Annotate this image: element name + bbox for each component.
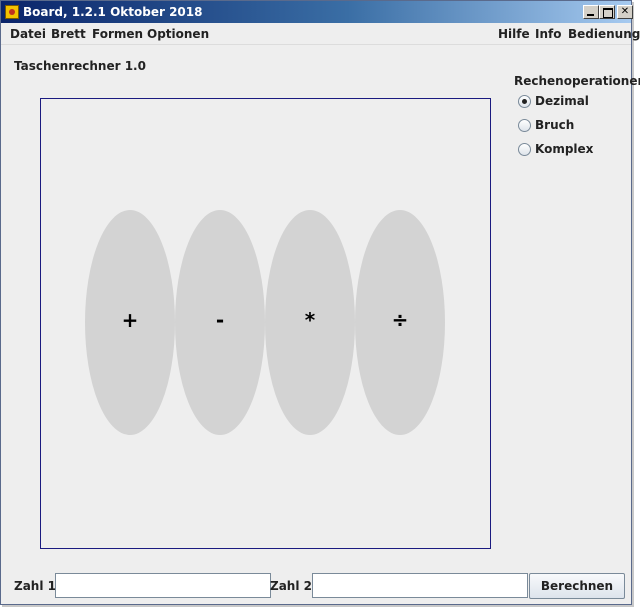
window-title: Board, 1.2.1 Oktober 2018 [23, 5, 203, 19]
radio-label: Dezimal [535, 94, 589, 108]
menu-bedienung[interactable]: Bedienung [568, 27, 640, 41]
menu-formen[interactable]: Formen [92, 27, 143, 41]
mode-group-label: Rechenoperationen [514, 74, 640, 88]
minimize-button[interactable] [583, 5, 599, 19]
plus-symbol: + [121, 308, 139, 332]
radio-button-checked-icon[interactable] [518, 95, 531, 108]
app-heading: Taschenrechner 1.0 [14, 59, 146, 73]
menu-brett[interactable]: Brett [51, 27, 86, 41]
plus-operation[interactable]: + [85, 210, 175, 435]
menu-hilfe[interactable]: Hilfe [498, 27, 530, 41]
app-icon [5, 5, 19, 19]
title-bar[interactable]: Board, 1.2.1 Oktober 2018 ✕ [1, 1, 633, 23]
divide-operation[interactable]: ÷ [355, 210, 445, 435]
divide-symbol: ÷ [391, 308, 409, 332]
board-canvas[interactable]: + - * ÷ [40, 98, 491, 549]
main-window: Board, 1.2.1 Oktober 2018 ✕ Datei Brett … [0, 0, 640, 605]
minus-operation[interactable]: - [175, 210, 265, 435]
radio-button-icon[interactable] [518, 119, 531, 132]
maximize-button[interactable] [599, 5, 615, 19]
compute-button[interactable]: Berechnen [529, 573, 625, 599]
menu-optionen[interactable]: Optionen [147, 27, 209, 41]
zahl1-label: Zahl 1: [14, 579, 61, 593]
radio-label: Bruch [535, 118, 575, 132]
multiply-symbol: * [304, 308, 316, 332]
zahl2-input[interactable] [312, 573, 528, 598]
multiply-operation[interactable]: * [265, 210, 355, 435]
close-button[interactable]: ✕ [617, 5, 633, 19]
menu-info[interactable]: Info [535, 27, 561, 41]
zahl1-input[interactable] [55, 573, 271, 598]
menu-datei[interactable]: Datei [10, 27, 46, 41]
radio-label: Komplex [535, 142, 594, 156]
minus-symbol: - [215, 308, 225, 332]
zahl2-label: Zahl 2: [270, 579, 317, 593]
menu-bar: Datei Brett Formen Optionen Hilfe Info B… [1, 23, 640, 45]
radio-button-icon[interactable] [518, 143, 531, 156]
